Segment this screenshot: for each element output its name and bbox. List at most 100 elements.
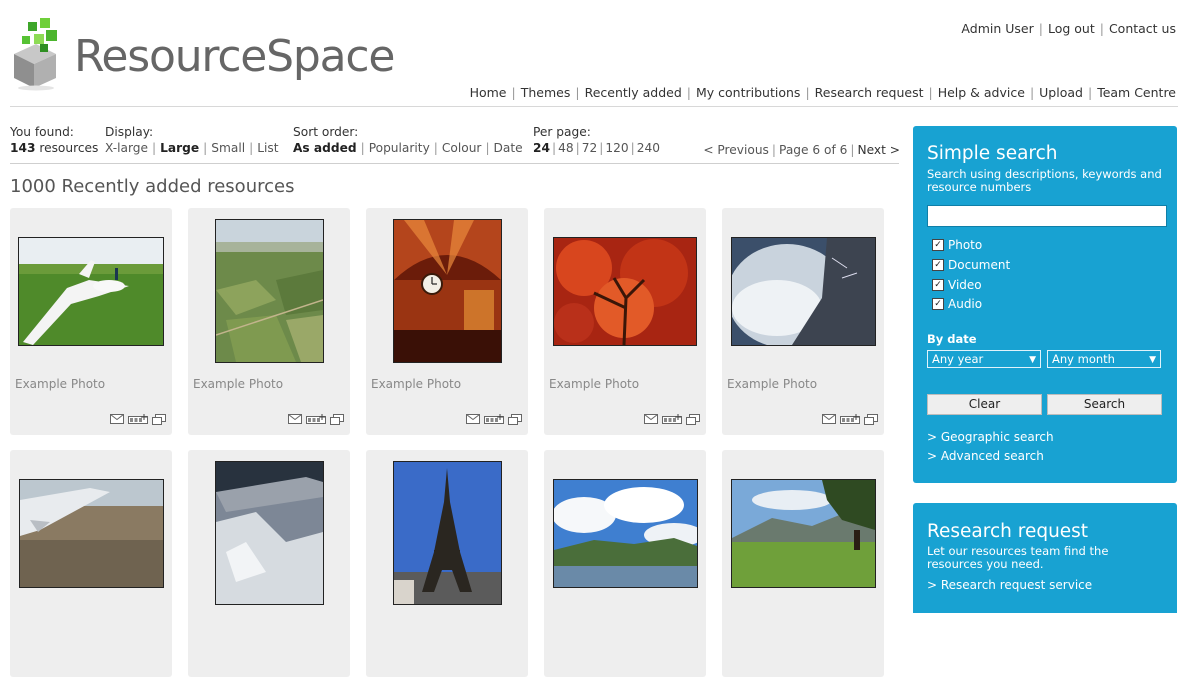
resource-actions	[110, 413, 166, 425]
by-date-label: By date	[927, 332, 977, 346]
email-icon[interactable]	[110, 414, 124, 424]
simple-search-title: Simple search	[927, 143, 1058, 164]
clear-button[interactable]: Clear	[927, 394, 1042, 415]
display-list[interactable]: List	[257, 141, 278, 155]
resource-caption[interactable]: Example Photo	[727, 377, 817, 391]
resource-caption[interactable]: Example Photo	[193, 377, 283, 391]
admin-user-link[interactable]: Admin User	[961, 21, 1033, 36]
wing-snow-photo[interactable]	[215, 461, 324, 605]
logo-cube-icon	[14, 18, 57, 91]
checkbox-check-icon: ✓	[932, 259, 944, 271]
type-audio-checkbox[interactable]: ✓ Audio	[932, 297, 982, 311]
preview-icon[interactable]	[152, 413, 166, 425]
previous-page-link[interactable]: < Previous	[703, 143, 769, 157]
email-icon[interactable]	[288, 414, 302, 424]
resource-tile[interactable]: Example Photo	[544, 208, 706, 435]
type-photo-checkbox[interactable]: ✓ Photo	[932, 238, 982, 252]
display-large[interactable]: Large	[160, 141, 199, 155]
sort-colour[interactable]: Colour	[442, 141, 482, 155]
pager: < Previous | Page 6 of 6 | Next >	[703, 143, 900, 157]
contact-us-link[interactable]: Contact us	[1109, 21, 1176, 36]
resource-caption[interactable]: Example Photo	[549, 377, 639, 391]
log-out-link[interactable]: Log out	[1048, 21, 1095, 36]
research-request-service-link[interactable]: > Research request service	[927, 578, 1092, 592]
search-button[interactable]: Search	[1047, 394, 1162, 415]
display-label: Display:	[105, 125, 154, 139]
dropdown-arrow-icon: ▼	[1149, 355, 1156, 365]
perpage-group: Per page: 24 | 48 | 72 | 120 | 240	[533, 125, 660, 155]
resource-tile[interactable]: Example Photo	[10, 208, 172, 435]
preview-icon[interactable]	[686, 413, 700, 425]
month-select[interactable]: Any month ▼	[1047, 350, 1161, 368]
resource-tile[interactable]	[10, 450, 172, 677]
next-page-link[interactable]: Next >	[858, 143, 900, 157]
display-small[interactable]: Small	[211, 141, 245, 155]
nav-team-centre[interactable]: Team Centre	[1097, 85, 1176, 100]
geographic-search-link[interactable]: > Geographic search	[927, 430, 1054, 444]
results-bar: You found: 143 resources Display: X-larg…	[10, 125, 900, 163]
clock-interior-photo[interactable]	[393, 219, 502, 363]
collection-add-icon[interactable]	[306, 414, 326, 424]
nav-research-request[interactable]: Research request	[815, 85, 924, 100]
resource-tile[interactable]	[188, 450, 350, 677]
checkbox-check-icon: ✓	[932, 298, 944, 310]
preview-icon[interactable]	[508, 413, 522, 425]
preview-icon[interactable]	[330, 413, 344, 425]
resource-tile[interactable]	[544, 450, 706, 677]
type-photo-label: Photo	[948, 238, 983, 252]
resource-actions	[644, 413, 700, 425]
mountain-meadow-photo[interactable]	[731, 479, 876, 588]
month-select-value: Any month	[1052, 352, 1115, 366]
found-label: You found:	[10, 125, 74, 139]
nav-help-advice[interactable]: Help & advice	[938, 85, 1025, 100]
sort-popularity[interactable]: Popularity	[369, 141, 430, 155]
simple-search-description: Search using descriptions, keywords and …	[927, 167, 1162, 194]
logo[interactable]: ResourceSpace	[10, 14, 395, 92]
eiffel-tower-photo[interactable]	[393, 461, 502, 605]
resource-tile[interactable]: Example Photo	[722, 208, 884, 435]
sort-date[interactable]: Date	[494, 141, 523, 155]
perpage-120[interactable]: 120	[605, 141, 628, 155]
nav-my-contributions[interactable]: My contributions	[696, 85, 800, 100]
glider-photo[interactable]	[18, 237, 164, 346]
perpage-72[interactable]: 72	[582, 141, 598, 155]
nav-recently-added[interactable]: Recently added	[585, 85, 682, 100]
display-group: Display: X-large | Large | Small | List	[105, 125, 279, 155]
type-audio-label: Audio	[948, 297, 983, 311]
type-video-checkbox[interactable]: ✓ Video	[932, 278, 982, 292]
advanced-search-link[interactable]: > Advanced search	[927, 449, 1044, 463]
red-tree-photo[interactable]	[553, 237, 697, 346]
resource-tile[interactable]: Example Photo	[366, 208, 528, 435]
email-icon[interactable]	[466, 414, 480, 424]
preview-icon[interactable]	[864, 413, 878, 425]
collection-add-icon[interactable]	[662, 414, 682, 424]
display-xlarge[interactable]: X-large	[105, 141, 148, 155]
simple-search-panel: Simple search Search using descriptions,…	[913, 126, 1177, 483]
search-input[interactable]	[927, 205, 1167, 227]
perpage-24[interactable]: 24	[533, 141, 550, 155]
resource-tile[interactable]: Example Photo	[188, 208, 350, 435]
resource-tile[interactable]	[366, 450, 528, 677]
resource-tile[interactable]	[722, 450, 884, 677]
dropdown-arrow-icon: ▼	[1029, 355, 1036, 365]
year-select[interactable]: Any year ▼	[927, 350, 1041, 368]
collection-add-icon[interactable]	[840, 414, 860, 424]
resource-actions	[822, 413, 878, 425]
perpage-48[interactable]: 48	[558, 141, 574, 155]
nav-home[interactable]: Home	[470, 85, 507, 100]
type-document-checkbox[interactable]: ✓ Document	[932, 258, 1010, 272]
email-icon[interactable]	[644, 414, 658, 424]
nav-themes[interactable]: Themes	[521, 85, 571, 100]
aerial-fields-photo[interactable]	[215, 219, 324, 363]
sort-as-added[interactable]: As added	[293, 141, 357, 155]
nav-upload[interactable]: Upload	[1039, 85, 1083, 100]
collection-add-icon[interactable]	[484, 414, 504, 424]
perpage-240[interactable]: 240	[637, 141, 660, 155]
lake-clouds-photo[interactable]	[552, 479, 704, 588]
resource-caption[interactable]: Example Photo	[371, 377, 461, 391]
wing-clouds-photo[interactable]	[727, 237, 876, 348]
resource-caption[interactable]: Example Photo	[15, 377, 105, 391]
wing-land-photo[interactable]	[19, 479, 164, 588]
collection-add-icon[interactable]	[128, 414, 148, 424]
email-icon[interactable]	[822, 414, 836, 424]
